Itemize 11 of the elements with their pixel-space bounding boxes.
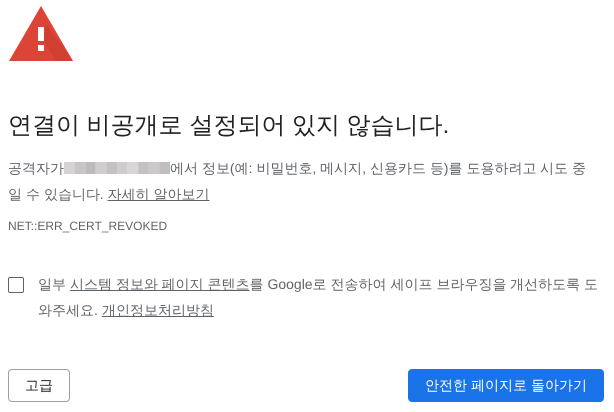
advanced-button[interactable]: 고급 xyxy=(8,369,70,402)
warning-icon xyxy=(8,5,74,61)
opt-in-link[interactable]: 개인정보처리방침 xyxy=(102,302,214,318)
opt-in-text: 일부 시스템 정보와 페이지 콘텐츠를 Google로 전송하여 세이프 브라우징을 개선하도록 도와주세요. 개인정보처리방침 xyxy=(38,275,600,320)
back-to-safety-button[interactable]: 안전한 페이지로 돌아가기 xyxy=(408,369,604,402)
page-heading: 연결이 비공개로 설정되어 있지 않습니다. xyxy=(8,111,450,141)
opt-in-link[interactable]: 시스템 정보와 페이지 콘텐츠 xyxy=(70,276,250,292)
error-code: NET::ERR_CERT_REVOKED xyxy=(8,219,168,233)
checkbox[interactable] xyxy=(8,277,24,293)
learn-more-link[interactable]: 자세히 알아보기 xyxy=(108,186,210,202)
warning-message: 공격자가 에서 정보(예: 비밀번호, 메시지, 신용카드 등)를 도용하려고 시도 중일 수 있습니다. 자세히 알아보기 xyxy=(8,159,588,204)
